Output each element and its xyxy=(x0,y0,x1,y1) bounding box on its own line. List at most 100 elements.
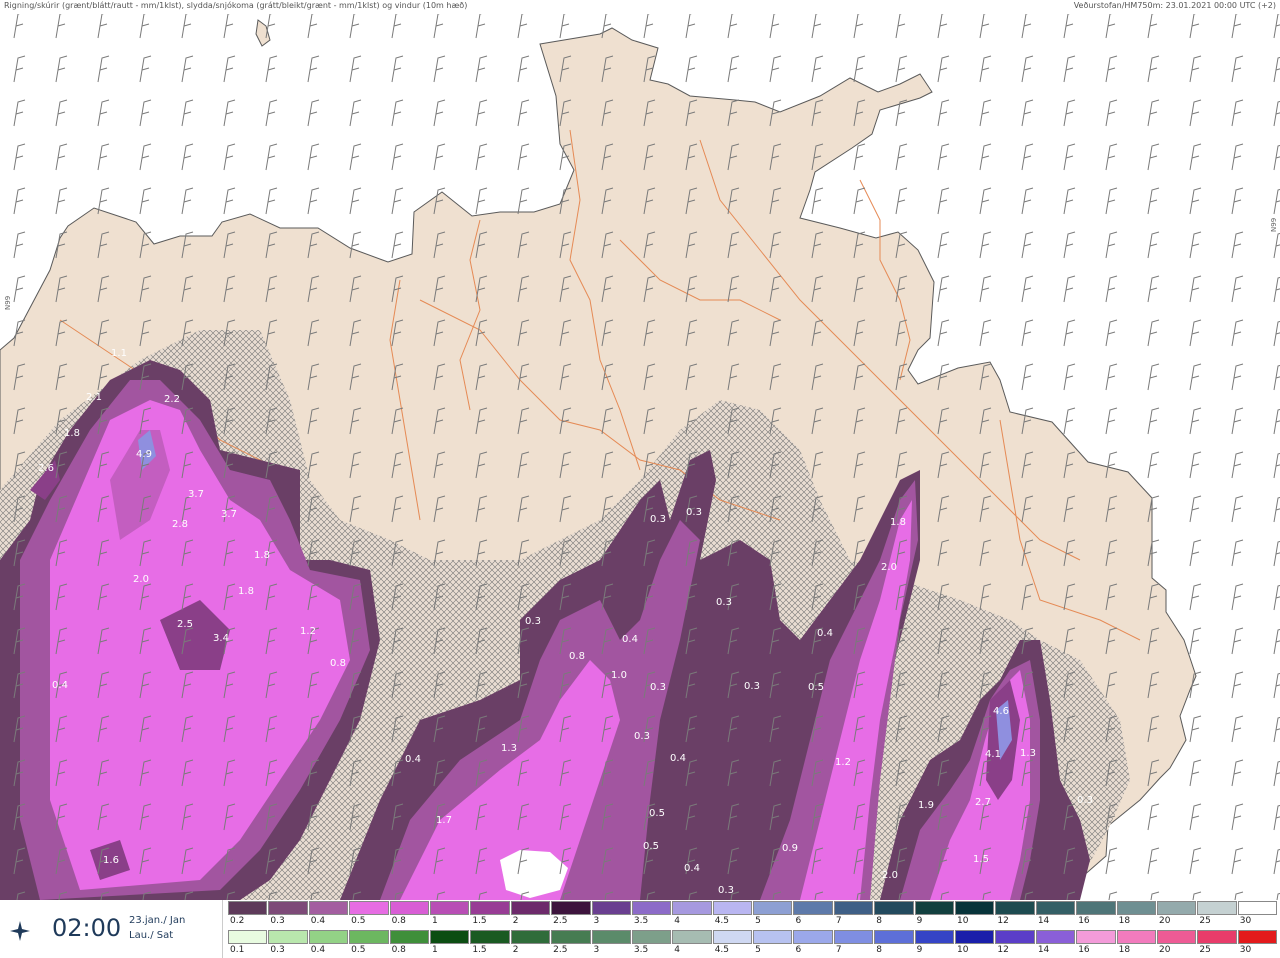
rain-color-swatch xyxy=(995,930,1035,944)
rain-scale-cell: 7 xyxy=(833,929,874,958)
snow-scale-label: 9 xyxy=(916,916,923,926)
precip-value-label: 0.4 xyxy=(670,753,686,764)
snow-color-swatch xyxy=(793,901,833,915)
rain-scale-cell: 25 xyxy=(1197,929,1237,958)
precip-value-label: 1.3 xyxy=(1020,748,1036,759)
snow-color-swatch xyxy=(1035,901,1076,915)
precip-value-label: 2.2 xyxy=(164,394,180,405)
rain-color-swatch xyxy=(833,930,874,944)
rain-color-swatch xyxy=(1076,930,1116,944)
rain-scale-label: 3 xyxy=(593,945,600,955)
map-title: Rigning/skúrir (grænt/blátt/rautt - mm/1… xyxy=(4,1,468,10)
rain-color-swatch xyxy=(1237,930,1278,944)
rain-color-swatch xyxy=(874,930,914,944)
rain-color-swatch xyxy=(1116,930,1156,944)
rain-scale-label: 18 xyxy=(1118,945,1131,955)
rain-color-swatch xyxy=(793,930,833,944)
snow-scale-cell: 16 xyxy=(1076,900,1116,929)
snow-scale-cell: 30 xyxy=(1237,900,1278,929)
snow-scale-cell: 6 xyxy=(793,900,833,929)
rain-scale-label: 1 xyxy=(431,945,438,955)
rain-scale-cell: 30 xyxy=(1237,929,1278,958)
rain-color-swatch xyxy=(349,930,389,944)
rain-scale-label: 12 xyxy=(997,945,1009,955)
precip-value-label: 1.6 xyxy=(103,855,119,866)
rain-scale-label: 0.8 xyxy=(391,945,406,955)
rain-scale-label: 5 xyxy=(755,945,761,955)
snow-scale-label: 16 xyxy=(1078,916,1090,926)
snow-scale-cell: 0.3 xyxy=(268,900,308,929)
snow-scale-label: 5 xyxy=(755,916,761,926)
rain-scale-cell: 5 xyxy=(753,929,793,958)
snow-scale-cell: 3.5 xyxy=(631,900,672,929)
rain-scale-cell: 16 xyxy=(1076,929,1116,958)
rain-scale-label: 1.5 xyxy=(472,945,487,955)
snow-scale-label: 30 xyxy=(1239,916,1252,926)
rain-color-swatch xyxy=(308,930,349,944)
rain-color-swatch xyxy=(631,930,672,944)
snow-scale-label: 3 xyxy=(593,916,600,926)
precip-value-label: 0.5 xyxy=(808,682,824,693)
precip-value-label: 3.4 xyxy=(213,633,229,644)
rain-color-swatch xyxy=(955,930,995,944)
precip-value-label: 0.8 xyxy=(330,658,346,669)
rain-color-swatch xyxy=(712,930,753,944)
rain-scale-cell: 1.5 xyxy=(470,929,510,958)
precip-value-label: 1.9 xyxy=(918,800,934,811)
rain-scale-cell: 4.5 xyxy=(712,929,753,958)
rain-color-scale: 0.1 0.3 0.4 0.5 0.8 1 1.5 2 2.5 3 3.5 4 4.5 5 6 7 8 9 10 12… xyxy=(228,929,1278,958)
snow-scale-label: 18 xyxy=(1118,916,1131,926)
precip-value-label: 1.5 xyxy=(973,854,989,865)
precip-value-label: 1.8 xyxy=(254,550,270,561)
precip-value-label: 0.4 xyxy=(405,754,421,765)
precip-value-label: 2.0 xyxy=(133,574,149,585)
time-value: 02:00 xyxy=(52,914,122,942)
rain-scale-cell: 12 xyxy=(995,929,1035,958)
precip-value-label: 0.5 xyxy=(649,808,665,819)
snow-scale-label: 25 xyxy=(1199,916,1211,926)
snow-scale-cell: 5 xyxy=(753,900,793,929)
rain-color-swatch xyxy=(389,930,429,944)
rain-color-swatch xyxy=(1035,930,1076,944)
rain-scale-cell: 4 xyxy=(672,929,712,958)
weather-map: 1.1 2.1 2.2 1.8 4.9 2.6 3.7 3.7 2.8 1.8 1.8 2.0 2.5 3… xyxy=(0,0,1280,900)
snow-color-swatch xyxy=(389,901,429,915)
snow-color-swatch xyxy=(833,901,874,915)
rain-scale-label: 7 xyxy=(835,945,842,955)
rain-color-swatch xyxy=(228,930,268,944)
rain-scale-cell: 2 xyxy=(510,929,551,958)
snow-color-swatch xyxy=(914,901,955,915)
precip-value-label: 1.8 xyxy=(238,586,254,597)
grid-label-west: N99 xyxy=(4,295,12,310)
rain-scale-label: 2.5 xyxy=(553,945,568,955)
rain-color-swatch xyxy=(914,930,955,944)
snow-color-swatch xyxy=(1116,901,1156,915)
snow-scale-label: 0.3 xyxy=(270,916,285,926)
precip-value-label: 4.9 xyxy=(136,449,152,460)
rain-scale-label: 20 xyxy=(1158,945,1171,955)
snow-scale-label: 7 xyxy=(835,916,842,926)
rain-scale-label: 0.1 xyxy=(230,945,245,955)
snow-scale-label: 1 xyxy=(431,916,438,926)
rain-scale-cell: 0.4 xyxy=(308,929,349,958)
snow-color-swatch xyxy=(1076,901,1116,915)
precip-value-label: 0.3 xyxy=(718,885,734,896)
snow-color-swatch xyxy=(268,901,308,915)
rain-scale-cell: 3 xyxy=(591,929,632,958)
snow-scale-cell: 20 xyxy=(1156,900,1197,929)
snow-scale-cell: 3 xyxy=(591,900,632,929)
rain-scale-label: 10 xyxy=(957,945,969,955)
precip-value-label: 1.8 xyxy=(890,517,906,528)
snow-scale-label: 20 xyxy=(1158,916,1171,926)
snow-color-swatch xyxy=(631,901,672,915)
precip-value-label: 0.3 xyxy=(650,682,666,693)
rain-scale-cell: 0.3 xyxy=(268,929,308,958)
snow-scale-cell: 0.8 xyxy=(389,900,430,929)
snow-scale-cell: 10 xyxy=(955,900,995,929)
rain-color-swatch xyxy=(672,930,712,944)
snow-scale-cell: 0.4 xyxy=(308,900,349,929)
snow-scale-label: 2 xyxy=(512,916,519,926)
snow-color-swatch xyxy=(1197,901,1237,915)
precip-value-label: 0.3 xyxy=(634,731,650,742)
snow-color-swatch xyxy=(591,901,631,915)
